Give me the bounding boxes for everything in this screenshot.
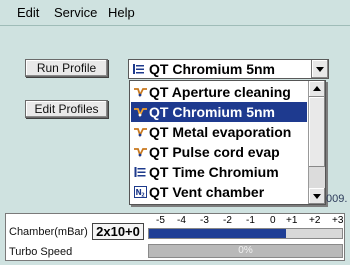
wave-profile-icon bbox=[134, 148, 147, 158]
menu-edit[interactable]: Edit bbox=[17, 5, 39, 20]
status-panel: Chamber(mBar) 2x10+0 -5 -4 -3 -2 -1 0 +1… bbox=[5, 213, 345, 261]
dropdown-option-label: QT Time Chromium bbox=[149, 164, 279, 180]
run-profile-button[interactable]: Run Profile bbox=[25, 59, 108, 77]
dropdown-option-selected[interactable]: QT Chromium 5nm bbox=[131, 102, 307, 122]
chamber-pressure-value: 2x10+0 bbox=[92, 223, 144, 240]
wave-profile-icon bbox=[134, 88, 147, 98]
dropdown-option-label: QT Vent chamber bbox=[149, 184, 265, 200]
dropdown-option[interactable]: QT Metal evaporation bbox=[131, 122, 307, 142]
scroll-down-icon[interactable] bbox=[309, 188, 325, 204]
pressure-scale-tick: -2 bbox=[223, 215, 232, 226]
chamber-pressure-label: Chamber(mBar) bbox=[9, 226, 88, 238]
pressure-scale-tick: 0 bbox=[270, 215, 276, 226]
pressure-bar-fill bbox=[149, 229, 287, 238]
dropdown-scrollbar[interactable] bbox=[308, 81, 325, 204]
pressure-scale-tick: +2 bbox=[309, 215, 321, 226]
profile-list-icon bbox=[134, 167, 146, 177]
profile-dropdown-list: QT Aperture cleaning QT Chromium 5nm QT … bbox=[129, 80, 326, 205]
turbo-speed-value: 0% bbox=[238, 245, 253, 256]
pressure-bar bbox=[148, 228, 343, 239]
chevron-down-icon[interactable] bbox=[311, 60, 328, 78]
turbo-speed-bar: 0% bbox=[148, 244, 343, 258]
scrollbar-thumb[interactable] bbox=[309, 97, 325, 167]
pressure-scale-tick: +3 bbox=[332, 215, 344, 226]
wave-profile-icon bbox=[134, 108, 147, 118]
dropdown-option[interactable]: QT Time Chromium bbox=[131, 162, 307, 182]
pressure-scale-tick: -5 bbox=[156, 215, 165, 226]
dropdown-option-label: QT Pulse cord evap bbox=[149, 144, 280, 160]
menu-bar: Edit Service Help bbox=[0, 0, 350, 26]
profile-select-value: QT Chromium 5nm bbox=[149, 61, 276, 77]
partial-value-text: 009. bbox=[326, 193, 348, 205]
profile-select[interactable]: QT Chromium 5nm bbox=[128, 59, 329, 79]
pressure-scale-tick: -1 bbox=[246, 215, 255, 226]
profile-list-icon bbox=[133, 64, 144, 74]
menu-service[interactable]: Service bbox=[54, 5, 97, 20]
dropdown-option-label: QT Metal evaporation bbox=[149, 124, 292, 140]
turbo-speed-label: Turbo Speed bbox=[9, 246, 73, 258]
menu-help[interactable]: Help bbox=[108, 5, 135, 20]
wave-profile-icon bbox=[134, 128, 147, 138]
n2-vent-icon: N 2 bbox=[134, 186, 147, 198]
pressure-scale-tick: -3 bbox=[200, 215, 209, 226]
edit-profiles-button[interactable]: Edit Profiles bbox=[25, 100, 108, 118]
scroll-up-icon[interactable] bbox=[309, 81, 325, 97]
pressure-scale-tick: -4 bbox=[177, 215, 186, 226]
svg-text:2: 2 bbox=[141, 193, 145, 199]
pressure-scale-tick: +1 bbox=[286, 215, 298, 226]
dropdown-option-label: QT Chromium 5nm bbox=[149, 104, 276, 120]
dropdown-option[interactable]: QT Pulse cord evap bbox=[131, 142, 307, 162]
dropdown-option[interactable]: N 2 QT Vent chamber bbox=[131, 182, 307, 202]
dropdown-option-label: QT Aperture cleaning bbox=[149, 84, 291, 100]
dropdown-option[interactable]: QT Aperture cleaning bbox=[131, 82, 307, 102]
